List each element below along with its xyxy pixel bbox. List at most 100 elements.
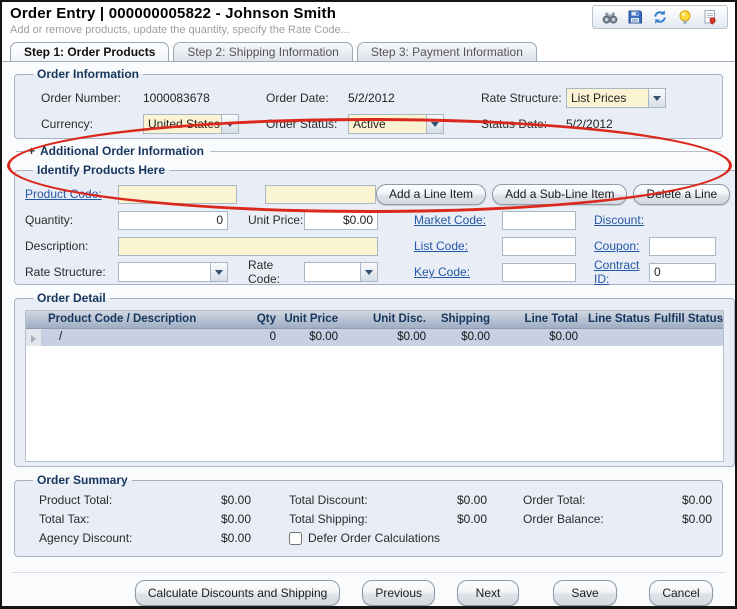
total-tax-value: $0.00: [189, 512, 251, 526]
save-icon[interactable]: [627, 9, 643, 25]
defer-order-calculations-checkbox[interactable]: [289, 532, 302, 545]
order-date-value: 5/2/2012: [348, 91, 395, 105]
order-total-label: Order Total:: [523, 493, 673, 507]
delete-line-button[interactable]: Delete a Line: [633, 184, 730, 205]
col-line-total: Line Total: [494, 311, 582, 328]
cell-line-total: $0.00: [494, 329, 582, 346]
order-detail-legend: Order Detail: [33, 291, 110, 305]
order-summary-section: Order Summary Product Total: $0.00 Total…: [14, 473, 723, 557]
total-discount-label: Total Discount:: [289, 493, 429, 507]
row-selector-cell[interactable]: [26, 329, 42, 346]
list-code-link[interactable]: List Code:: [414, 239, 502, 253]
currency-select[interactable]: United States D: [143, 114, 239, 134]
discount-link[interactable]: Discount:: [594, 213, 644, 227]
product-code-alt-input[interactable]: [265, 185, 376, 204]
rate-structure-label: Rate Structure:: [481, 91, 562, 105]
order-information-legend: Order Information: [33, 67, 143, 81]
status-date-value: 5/2/2012: [566, 117, 613, 131]
market-code-input[interactable]: [502, 211, 576, 230]
lightbulb-icon[interactable]: [677, 9, 693, 25]
cell-unit-disc: $0.00: [342, 329, 430, 346]
chevron-down-icon[interactable]: [648, 89, 665, 107]
calculate-discounts-shipping-button[interactable]: Calculate Discounts and Shipping: [135, 580, 340, 606]
total-tax-label: Total Tax:: [39, 512, 189, 526]
col-shipping: Shipping: [430, 311, 494, 328]
cell-unit-price: $0.00: [280, 329, 342, 346]
add-subline-item-button[interactable]: Add a Sub-Line Item: [492, 184, 627, 205]
unit-price-label: Unit Price:: [248, 213, 304, 227]
product-total-label: Product Total:: [39, 493, 189, 507]
agency-discount-label: Agency Discount:: [39, 531, 189, 545]
quantity-input[interactable]: [118, 211, 228, 230]
col-fulfill-status: Fulfill Status: [648, 311, 723, 328]
toolbar: [592, 5, 728, 29]
line-rate-structure-select[interactable]: [118, 262, 228, 282]
add-line-item-button[interactable]: Add a Line Item: [376, 184, 486, 205]
rate-structure-select[interactable]: List Prices: [566, 88, 666, 108]
order-status-label: Order Status:: [266, 117, 337, 131]
total-shipping-value: $0.00: [429, 512, 487, 526]
cell-qty: 0: [240, 329, 280, 346]
tab-step1-order-products[interactable]: Step 1: Order Products: [10, 42, 169, 61]
additional-order-information-label: Additional Order Information: [40, 144, 204, 158]
product-code-link[interactable]: Product Code:: [25, 187, 118, 201]
order-number-label: Order Number:: [41, 91, 121, 105]
product-total-value: $0.00: [189, 493, 251, 507]
market-code-link[interactable]: Market Code:: [414, 213, 502, 227]
order-balance-value: $0.00: [673, 512, 712, 526]
contract-id-link[interactable]: Contract ID:: [594, 258, 649, 286]
cell-product-code-description: /: [42, 329, 240, 346]
document-seal-icon[interactable]: [702, 9, 718, 25]
order-date-label: Order Date:: [266, 91, 329, 105]
rate-code-select[interactable]: [304, 262, 378, 282]
status-date-label: Status Date:: [481, 117, 547, 131]
list-code-input[interactable]: [502, 237, 576, 256]
tab-step2-shipping-information[interactable]: Step 2: Shipping Information: [173, 42, 352, 61]
order-detail-section: Order Detail Product Code / Description …: [14, 291, 735, 467]
next-button[interactable]: Next: [457, 580, 519, 606]
key-code-link[interactable]: Key Code:: [414, 265, 502, 279]
tab-step3-payment-information[interactable]: Step 3: Payment Information: [357, 42, 537, 61]
rate-code-label: Rate Code:: [248, 258, 304, 286]
titlebar: Order Entry | 000000005822 - Johnson Smi…: [2, 2, 735, 42]
line-rate-structure-label: Rate Structure:: [25, 265, 118, 279]
col-line-status: Line Status: [582, 311, 648, 328]
description-label: Description:: [25, 239, 118, 253]
coupon-link[interactable]: Coupon:: [594, 239, 649, 253]
description-input[interactable]: [118, 237, 378, 256]
order-entry-window: Order Entry | 000000005822 - Johnson Smi…: [0, 0, 737, 609]
order-total-value: $0.00: [673, 493, 712, 507]
agency-discount-value: $0.00: [189, 531, 251, 545]
chevron-down-icon[interactable]: [210, 263, 227, 281]
plus-expander-icon[interactable]: +: [28, 144, 35, 158]
cell-fulfill-status: [648, 329, 723, 346]
order-detail-row[interactable]: / 0 $0.00 $0.00 $0.00 $0.00: [26, 329, 723, 346]
identify-products-section: Identify Products Here Product Code: Add…: [14, 163, 737, 285]
product-code-input[interactable]: [118, 185, 237, 204]
binoculars-icon[interactable]: [602, 9, 618, 25]
chevron-down-icon[interactable]: [221, 115, 238, 133]
unit-price-input[interactable]: [304, 211, 378, 230]
previous-button[interactable]: Previous: [362, 580, 435, 606]
content-area: Order Information Order Number: 10000836…: [2, 61, 735, 606]
total-discount-value: $0.00: [429, 493, 487, 507]
refresh-icon[interactable]: [652, 9, 668, 25]
chevron-down-icon[interactable]: [360, 263, 377, 281]
identify-products-legend: Identify Products Here: [33, 163, 169, 177]
save-button[interactable]: Save: [553, 580, 617, 606]
order-status-select[interactable]: Active: [348, 114, 444, 134]
order-information-section: Order Information Order Number: 10000836…: [14, 67, 723, 139]
footer-button-bar: Calculate Discounts and Shipping Previou…: [12, 572, 725, 606]
chevron-down-icon[interactable]: [426, 115, 443, 133]
cell-shipping: $0.00: [430, 329, 494, 346]
col-unit-disc: Unit Disc.: [342, 311, 430, 328]
currency-label: Currency:: [41, 117, 93, 131]
contract-id-input[interactable]: [649, 263, 716, 282]
cancel-button[interactable]: Cancel: [649, 580, 713, 606]
key-code-input[interactable]: [502, 263, 576, 282]
total-shipping-label: Total Shipping:: [289, 512, 429, 526]
coupon-input[interactable]: [649, 237, 716, 256]
col-product-code-description: Product Code / Description: [42, 311, 240, 328]
additional-order-information-expander[interactable]: + Additional Order Information: [16, 143, 721, 159]
col-qty: Qty: [240, 311, 280, 328]
